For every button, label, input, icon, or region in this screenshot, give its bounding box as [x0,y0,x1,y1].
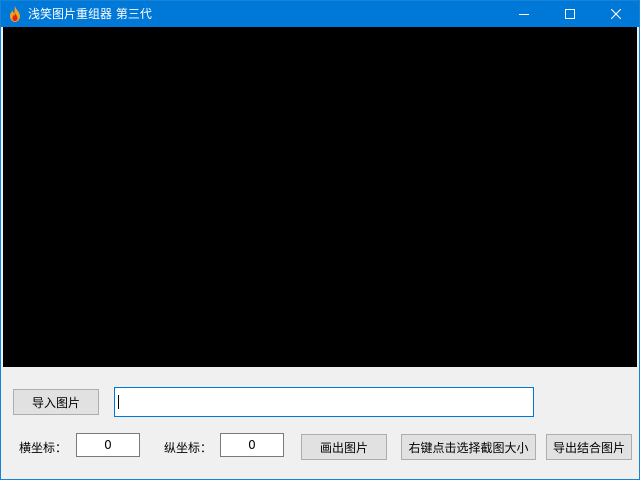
text-caret [118,395,119,409]
close-icon [611,9,621,19]
title-bar[interactable]: 浅笑图片重组器 第三代 [1,1,639,27]
draw-image-button[interactable]: 画出图片 [301,434,387,460]
select-crop-size-button[interactable]: 右键点击选择截图大小 [401,434,536,460]
y-coordinate-input[interactable]: 0 [220,433,284,457]
x-coordinate-label: 横坐标： [19,441,68,455]
x-coordinate-input[interactable]: 0 [76,433,140,457]
close-button[interactable] [593,1,639,27]
import-image-button[interactable]: 导入图片 [13,389,99,415]
maximize-button[interactable] [547,1,593,27]
y-coordinate-label: 纵坐标： [164,441,213,455]
flame-icon [8,6,22,22]
maximize-icon [565,9,575,19]
app-window: 浅笑图片重组器 第三代 导入图片 横坐标： 0 纵坐标： 0 画出图片 右键点击… [0,0,640,480]
minimize-button[interactable] [501,1,547,27]
minimize-icon [519,14,529,15]
image-path-input[interactable] [114,387,534,417]
export-combined-image-button[interactable]: 导出结合图片 [546,434,632,460]
window-title: 浅笑图片重组器 第三代 [28,7,152,21]
image-canvas[interactable] [3,27,637,367]
